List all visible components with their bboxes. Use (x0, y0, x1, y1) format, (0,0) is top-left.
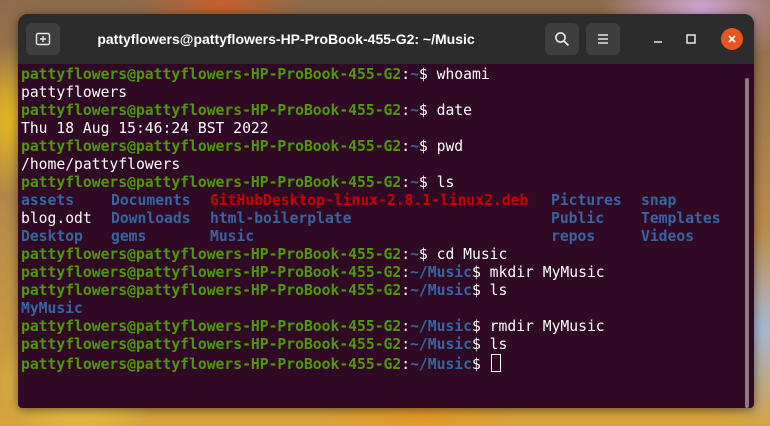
prompt-userhost: pattyflowers@pattyflowers-HP-ProBook-455… (21, 264, 402, 281)
prompt-separator: : (401, 264, 411, 281)
prompt-symbol: $ (418, 138, 437, 155)
command-output: pattyflowers (21, 84, 128, 101)
prompt-separator: : (401, 336, 411, 353)
search-button[interactable] (545, 23, 579, 55)
maximize-button[interactable] (681, 29, 701, 49)
ls-listing: assets Documents GitHubDesktop-linux-2.8… (21, 192, 740, 246)
ls-entry: Desktop (21, 228, 83, 245)
terminal-output[interactable]: pattyflowers@pattyflowers-HP-ProBook-455… (18, 64, 740, 408)
terminal-line: pattyflowers@pattyflowers-HP-ProBook-455… (21, 282, 740, 300)
close-button[interactable] (721, 28, 743, 50)
ls-entry: snap (641, 192, 677, 209)
prompt-userhost: pattyflowers@pattyflowers-HP-ProBook-455… (21, 102, 402, 119)
terminal-line: pattyflowers@pattyflowers-HP-ProBook-455… (21, 174, 740, 192)
prompt-userhost: pattyflowers@pattyflowers-HP-ProBook-455… (21, 356, 402, 373)
prompt-symbol: $ (471, 264, 490, 281)
terminal-line-current[interactable]: pattyflowers@pattyflowers-HP-ProBook-455… (21, 354, 740, 373)
window-title: pattyflowers@pattyflowers-HP-ProBook-455… (97, 31, 475, 47)
ls-entry: GitHubDesktop-linux-2.8.1-linux2.deb (210, 192, 529, 209)
scrollbar[interactable] (745, 78, 749, 408)
prompt-separator: : (401, 318, 411, 335)
new-tab-button[interactable] (26, 23, 60, 55)
prompt-symbol: $ (418, 66, 437, 83)
terminal-line: pattyflowers@pattyflowers-HP-ProBook-455… (21, 138, 740, 156)
ls-entry: Public (551, 210, 605, 227)
prompt-separator: : (401, 356, 411, 373)
ls-entry: Music (210, 228, 255, 245)
ls-entry: assets (21, 192, 75, 209)
command-text: rmdir MyMusic (489, 318, 605, 335)
terminal-line: pattyflowers@pattyflowers-HP-ProBook-455… (21, 66, 740, 84)
prompt-path: ~/Music (410, 318, 472, 335)
minimize-button[interactable] (648, 29, 668, 49)
new-tab-icon (35, 32, 51, 46)
prompt-separator: : (401, 246, 411, 263)
prompt-symbol: $ (418, 246, 437, 263)
prompt-path: ~ (410, 174, 419, 191)
minimize-icon (654, 41, 662, 43)
prompt-separator: : (401, 282, 411, 299)
ls-entry: html-boilerplate (210, 210, 352, 227)
prompt-path: ~ (410, 138, 419, 155)
command-text: whoami (436, 66, 490, 83)
terminal-line: pattyflowers@pattyflowers-HP-ProBook-455… (21, 264, 740, 282)
ls-entry: Pictures (551, 192, 622, 209)
prompt-userhost: pattyflowers@pattyflowers-HP-ProBook-455… (21, 174, 402, 191)
ls-entry: Documents (111, 192, 191, 209)
title-bar[interactable]: pattyflowers@pattyflowers-HP-ProBook-455… (18, 14, 754, 64)
prompt-path: ~/Music (410, 356, 472, 373)
prompt-symbol: $ (471, 318, 490, 335)
prompt-separator: : (401, 138, 411, 155)
prompt-path: ~ (410, 246, 419, 263)
ls-entry: MyMusic (21, 300, 83, 317)
prompt-userhost: pattyflowers@pattyflowers-HP-ProBook-455… (21, 336, 402, 353)
prompt-userhost: pattyflowers@pattyflowers-HP-ProBook-455… (21, 138, 402, 155)
terminal-window: pattyflowers@pattyflowers-HP-ProBook-455… (18, 14, 754, 408)
terminal-line: pattyflowers@pattyflowers-HP-ProBook-455… (21, 102, 740, 120)
command-text: ls (489, 282, 508, 299)
command-output: Thu 18 Aug 15:46:24 BST 2022 (21, 120, 269, 137)
prompt-path: ~ (410, 102, 419, 119)
command-text: mkdir MyMusic (489, 264, 605, 281)
ls-entry: blog.odt (21, 210, 92, 227)
ls-entry: Templates (641, 210, 721, 227)
command-text: date (436, 102, 472, 119)
command-text: ls (436, 174, 455, 191)
menu-button[interactable] (586, 23, 620, 55)
command-text: cd Music (436, 246, 508, 263)
command-text: ls (489, 336, 508, 353)
ls-entry: Videos (641, 228, 695, 245)
prompt-userhost: pattyflowers@pattyflowers-HP-ProBook-455… (21, 318, 402, 335)
terminal-line: pattyflowers@pattyflowers-HP-ProBook-455… (21, 336, 740, 354)
prompt-symbol: $ (418, 102, 437, 119)
text-cursor[interactable] (490, 354, 501, 372)
prompt-path: ~/Music (410, 264, 472, 281)
prompt-separator: : (401, 174, 411, 191)
prompt-symbol: $ (471, 356, 490, 373)
prompt-symbol: $ (471, 336, 490, 353)
hamburger-menu-icon (598, 34, 608, 44)
ls-entry: gems (111, 228, 147, 245)
prompt-separator: : (401, 66, 411, 83)
command-output: /home/pattyflowers (21, 156, 181, 173)
terminal-line: pattyflowers@pattyflowers-HP-ProBook-455… (21, 318, 740, 336)
prompt-userhost: pattyflowers@pattyflowers-HP-ProBook-455… (21, 282, 402, 299)
maximize-icon (686, 34, 696, 44)
prompt-userhost: pattyflowers@pattyflowers-HP-ProBook-455… (21, 66, 402, 83)
terminal-line: pattyflowers@pattyflowers-HP-ProBook-455… (21, 246, 740, 264)
command-text: pwd (436, 138, 464, 155)
prompt-path: ~/Music (410, 282, 472, 299)
close-icon (728, 35, 736, 43)
prompt-path: ~ (410, 66, 419, 83)
prompt-separator: : (401, 102, 411, 119)
ls-entry: Downloads (111, 210, 191, 227)
prompt-path: ~/Music (410, 336, 472, 353)
search-icon (555, 32, 570, 47)
prompt-userhost: pattyflowers@pattyflowers-HP-ProBook-455… (21, 246, 402, 263)
prompt-symbol: $ (418, 174, 437, 191)
ls-entry: repos (551, 228, 596, 245)
prompt-symbol: $ (471, 282, 490, 299)
